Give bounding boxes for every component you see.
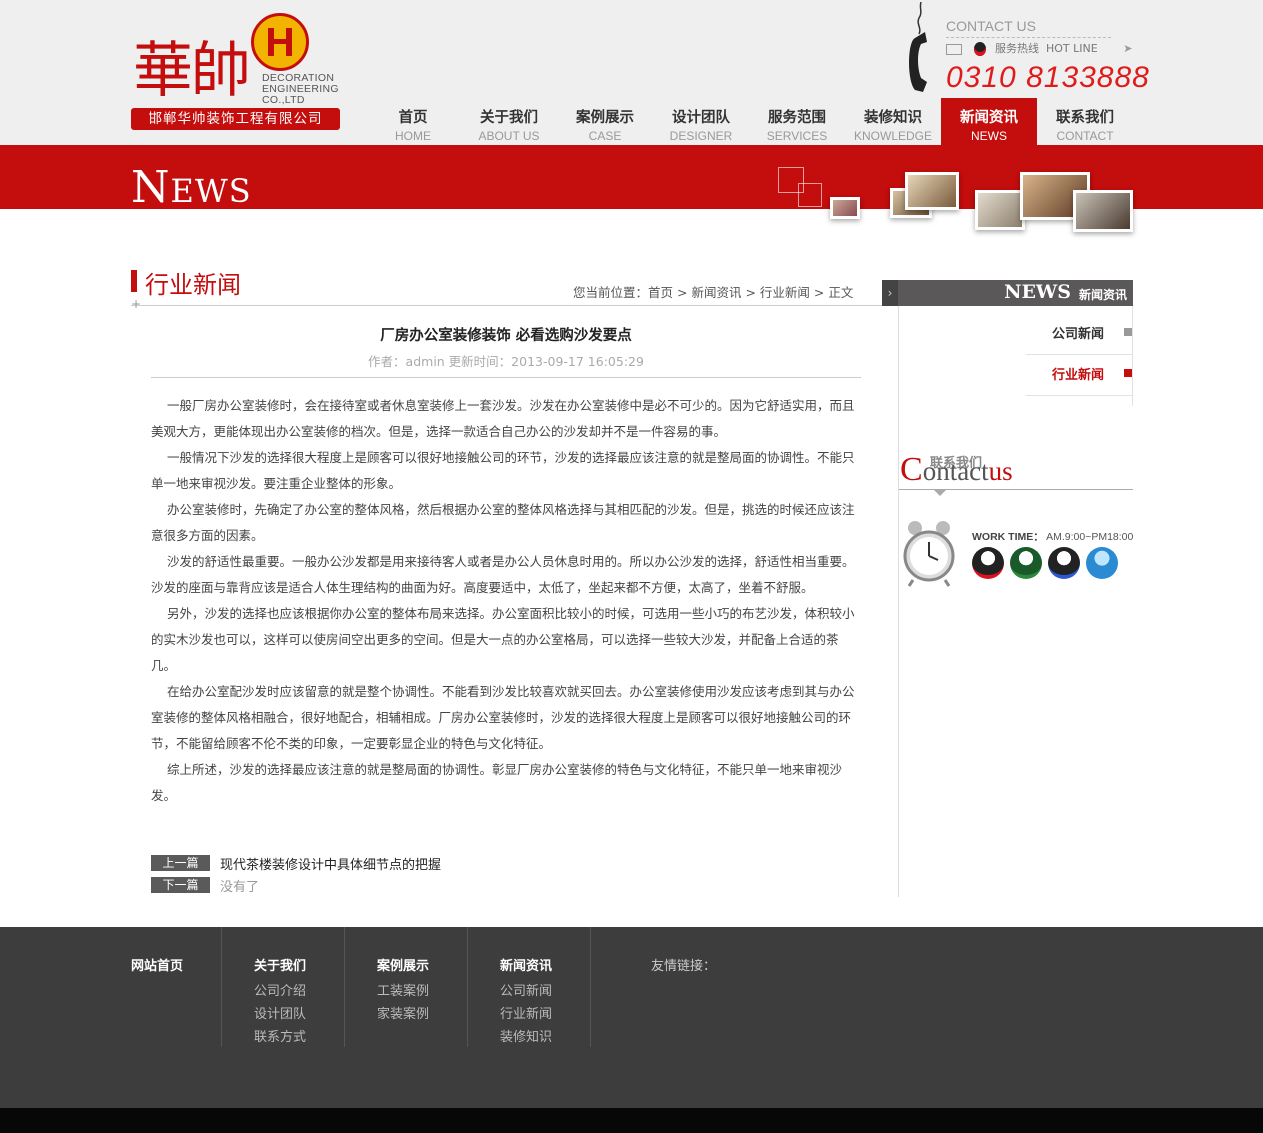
footer-col-case: 案例展示 工装案例 家装案例 xyxy=(377,955,429,1026)
footer-link[interactable]: 家装案例 xyxy=(377,1003,429,1026)
prev-label: 上一篇 xyxy=(151,855,210,871)
banner-photo xyxy=(905,172,959,210)
dropdown-caret-icon xyxy=(933,489,947,496)
nav-knowledge[interactable]: 装修知识 KNOWLEDGE xyxy=(845,98,941,145)
next-article-none: 没有了 xyxy=(220,879,260,895)
decorative-square xyxy=(798,183,822,207)
logo-badge-icon xyxy=(251,13,309,71)
divider xyxy=(344,927,345,1047)
divider xyxy=(131,305,882,306)
breadcrumb-home[interactable]: 首页 xyxy=(648,285,673,300)
divider xyxy=(467,927,468,1047)
footer-col-about: 关于我们 公司介绍 设计团队 联系方式 xyxy=(254,955,306,1049)
msn-service-icon[interactable] xyxy=(1086,547,1118,579)
contact-us-title: CONTACT US xyxy=(946,18,1036,34)
article-meta: 作者：admin 更新时间：2013-09-17 16:05:29 xyxy=(368,354,644,369)
nav-news[interactable]: 新闻资讯 NEWS xyxy=(941,98,1037,145)
footer-friend-links: 友情链接： xyxy=(651,955,716,978)
breadcrumb-news[interactable]: 新闻资讯 xyxy=(691,285,741,300)
sidebar-item-industry-news[interactable]: 行业新闻 xyxy=(1026,355,1133,396)
mail-icon[interactable] xyxy=(946,43,962,55)
footer-link[interactable]: 装修知识 xyxy=(500,1026,552,1049)
work-time: WORK TIME： AM.9:00~PM18:00 xyxy=(972,531,1134,543)
footer-head-about[interactable]: 关于我们 xyxy=(254,955,306,974)
nav-about[interactable]: 关于我们 ABOUT US xyxy=(461,98,557,145)
article-paragraph: 沙发的舒适性最重要。一般办公沙发都是用来接待客人或者是办公人员休息时用的。所以办… xyxy=(151,554,855,595)
qq-service-icon[interactable] xyxy=(1048,547,1080,579)
article-paragraph: 在给办公室配沙发时应该留意的就是整个协调性。不能看到沙发比较喜欢就买回去。办公室… xyxy=(151,684,855,751)
logo-characters: 華帥 xyxy=(133,36,251,106)
footer-link[interactable]: 行业新闻 xyxy=(500,1003,552,1026)
footer-link-home[interactable]: 网站首页 xyxy=(131,955,183,974)
footer-col-home: 网站首页 xyxy=(131,955,183,980)
telephone-icon xyxy=(909,2,927,92)
qq-service-icon[interactable] xyxy=(1010,547,1042,579)
nav-designer[interactable]: 设计团队 DESIGNER xyxy=(653,98,749,145)
alarm-clock-icon xyxy=(903,521,955,587)
sidebar-news-header: › NEWS 新闻资讯 xyxy=(882,280,1133,306)
banner-title: NEWS xyxy=(131,162,252,213)
article-body: 一般厂房办公室装修时，会在接待室或者休息室装修上一套沙发。沙发在办公室装修中是必… xyxy=(151,393,861,809)
section-title: 行业新闻 xyxy=(145,271,241,299)
footer-bottom-bar xyxy=(0,1108,1263,1133)
plus-marker: + xyxy=(131,297,142,311)
divider xyxy=(1132,306,1133,406)
footer xyxy=(0,927,1263,1108)
sidebar-border xyxy=(898,305,899,897)
banner-photo xyxy=(830,197,860,219)
friend-links-label: 友情链接： xyxy=(651,959,717,974)
logo-english: DECORATION ENGINEERING CO.,LTD xyxy=(262,72,339,106)
plus-icon xyxy=(1124,328,1132,336)
article-paragraph: 一般情况下沙发的选择很大程度上是顾客可以很好地接触公司的环节，沙发的选择最应该注… xyxy=(151,450,855,491)
prev-next: 上一篇 现代茶楼装修设计中具体细节点的把握 下一篇 没有了 xyxy=(151,854,441,895)
section-marker xyxy=(131,270,137,292)
footer-link[interactable]: 设计团队 xyxy=(254,1003,306,1026)
company-name: 邯郸华帅装饰工程有限公司 xyxy=(131,108,340,130)
article-paragraph: 另外，沙发的选择也应该根据你办公室的整体布局来选择。办公室面积比较小的时候，可选… xyxy=(151,606,855,673)
hotline-row: 服务热线 HOT LINE ➤ xyxy=(946,40,1132,56)
divider xyxy=(221,927,222,1047)
hotline-number: 0310 8133888 xyxy=(946,61,1150,94)
footer-link[interactable]: 公司介绍 xyxy=(254,980,306,1003)
cursor-arrow-icon: ➤ xyxy=(1123,42,1133,55)
breadcrumb: 您当前位置：首页 > 新闻资讯 > 行业新闻 > 正文 xyxy=(573,285,854,300)
footer-link[interactable]: 联系方式 xyxy=(254,1026,306,1049)
banner-photo xyxy=(975,190,1025,230)
nav-case[interactable]: 案例展示 CASE xyxy=(557,98,653,145)
sidebar-item-company-news[interactable]: 公司新闻 xyxy=(1026,314,1133,355)
next-label: 下一篇 xyxy=(151,877,210,893)
main-nav: 首页 HOME 关于我们 ABOUT US 案例展示 CASE 设计团队 DESIGNE… xyxy=(365,98,1133,145)
footer-head-news[interactable]: 新闻资讯 xyxy=(500,955,552,974)
divider xyxy=(946,37,1111,38)
qq-service-icon[interactable] xyxy=(972,547,1004,579)
article-paragraph: 综上所述，沙发的选择最应该注意的就是整局面的协调性。彰显厂房办公室装修的特色与文… xyxy=(151,762,843,803)
article-title: 厂房办公室装修装饰 必看选购沙发要点 xyxy=(380,328,632,344)
nav-services[interactable]: 服务范围 SERVICES xyxy=(749,98,845,145)
divider xyxy=(151,377,861,378)
footer-head-case[interactable]: 案例展示 xyxy=(377,955,429,974)
qq-small-icon[interactable] xyxy=(973,42,986,56)
prev-article-link[interactable]: 现代茶楼装修设计中具体细节点的把握 xyxy=(220,854,441,873)
breadcrumb-industry[interactable]: 行业新闻 xyxy=(760,285,810,300)
nav-home[interactable]: 首页 HOME xyxy=(365,98,461,145)
article-paragraph: 一般厂房办公室装修时，会在接待室或者休息室装修上一套沙发。沙发在办公室装修中是必… xyxy=(151,398,855,439)
footer-link[interactable]: 工装案例 xyxy=(377,980,429,1003)
nav-contact[interactable]: 联系我们 CONTACT xyxy=(1037,98,1133,145)
article-paragraph: 办公室装修时，先确定了办公室的整体风格，然后根据办公室的整体风格选择与其相匹配的… xyxy=(151,502,855,543)
plus-icon xyxy=(1124,369,1132,377)
footer-col-news: 新闻资讯 公司新闻 行业新闻 装修知识 xyxy=(500,955,552,1049)
chevron-right-icon: › xyxy=(882,280,898,306)
divider xyxy=(590,927,591,1047)
contact-heading-en: Contactus xyxy=(900,451,1013,488)
footer-link[interactable]: 公司新闻 xyxy=(500,980,552,1003)
banner-photo xyxy=(1073,190,1133,232)
